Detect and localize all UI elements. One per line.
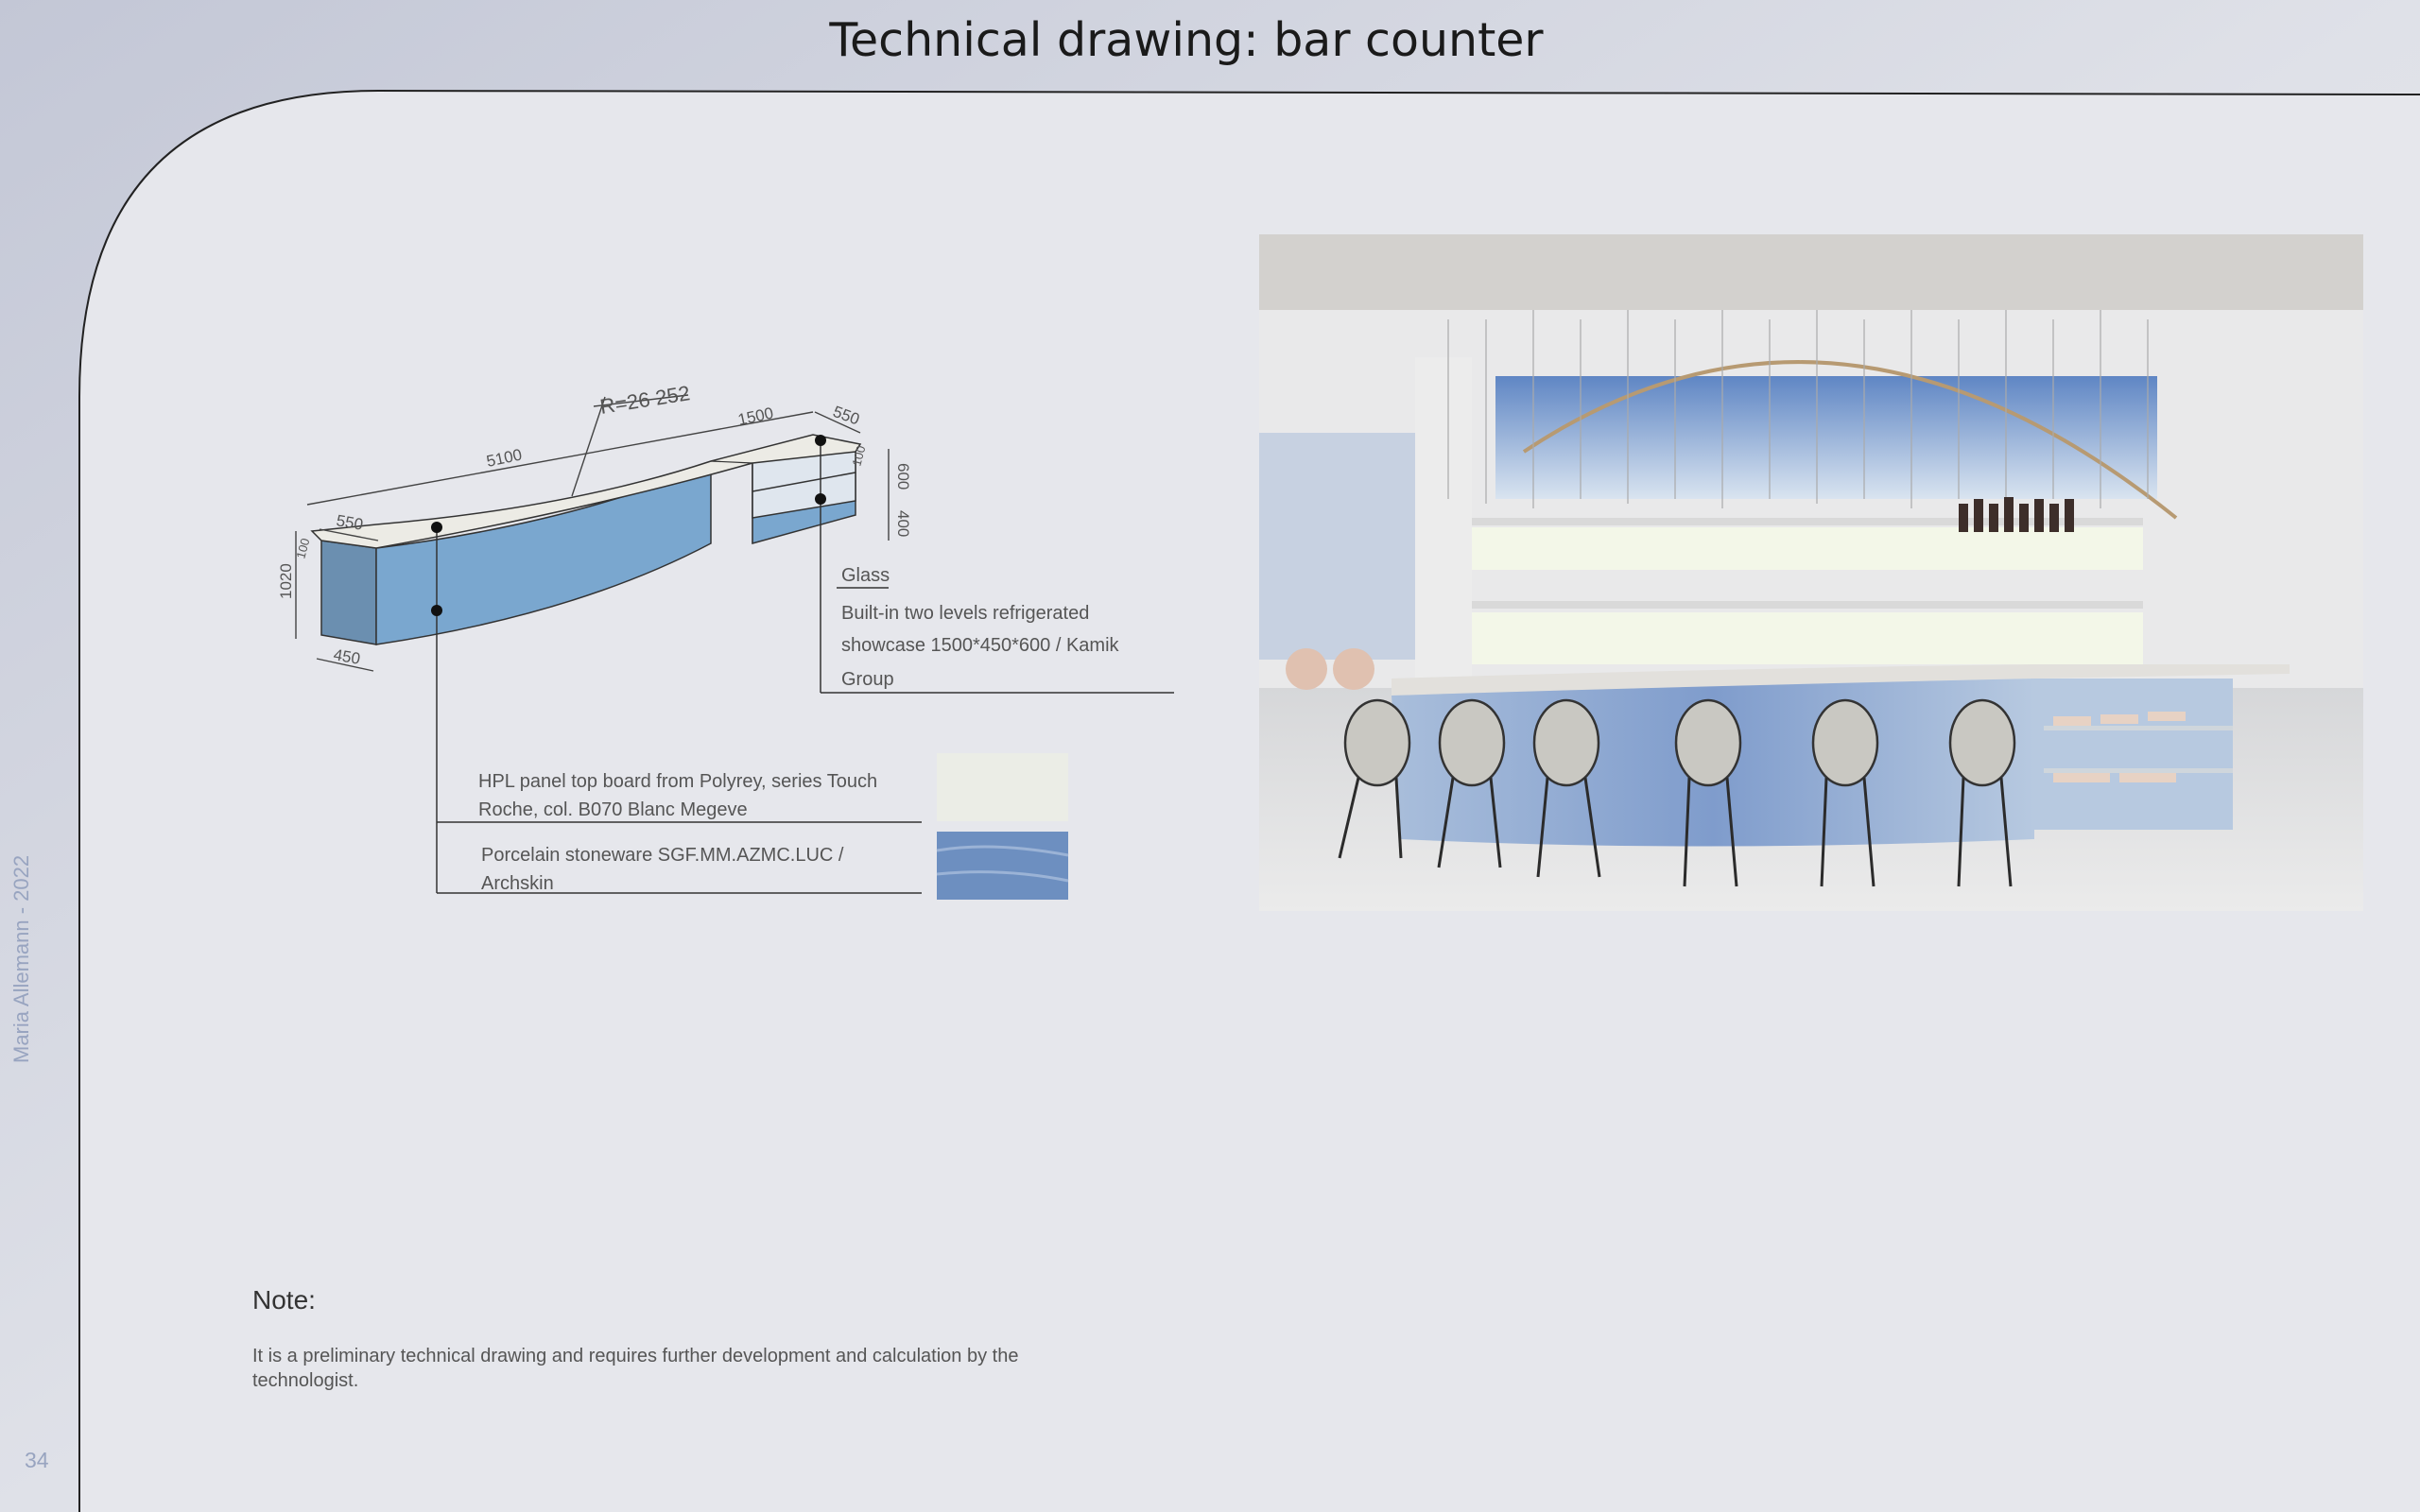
label-hpl-line2: Roche, col. B070 Blanc Megeve [478, 799, 748, 820]
dim-height-total: 1020 [277, 563, 295, 599]
swatch-porcelain [937, 832, 1068, 900]
dim-radius: R=26 252 [598, 381, 692, 419]
dim-depth-right: 550 [831, 403, 862, 429]
dim-length-showcase: 1500 [736, 404, 775, 428]
counter-front-face [375, 463, 712, 645]
bar-render-image [1259, 234, 2363, 911]
dim-showcase-lower: 400 [894, 510, 912, 537]
dim-length-main: 5100 [485, 445, 524, 470]
dim-base-depth: 450 [332, 645, 361, 668]
swatch-hpl [937, 753, 1068, 821]
label-porcelain-line2: Archskin [481, 873, 554, 894]
counter-body [310, 434, 862, 645]
label-showcase-line1: Built-in two levels refrigerated [841, 603, 1090, 624]
label-showcase-line3: Group [841, 669, 894, 690]
page-number: 34 [25, 1448, 49, 1472]
label-glass: Glass [841, 565, 890, 586]
dim-showcase-height: 600 [894, 463, 912, 490]
slide-page: Technical drawing: bar counter Maria All… [0, 0, 2420, 1512]
note-text: It is a preliminary technical drawing an… [252, 1346, 1019, 1391]
note-title: Note: [252, 1285, 316, 1314]
label-hpl-line1: HPL panel top board from Polyrey, series… [478, 771, 878, 792]
counter-side-face [320, 540, 377, 645]
label-showcase-line2: showcase 1500*450*600 / Kamik [841, 635, 1119, 656]
label-porcelain-line1: Porcelain stoneware SGF.MM.AZMC.LUC / [481, 845, 844, 866]
